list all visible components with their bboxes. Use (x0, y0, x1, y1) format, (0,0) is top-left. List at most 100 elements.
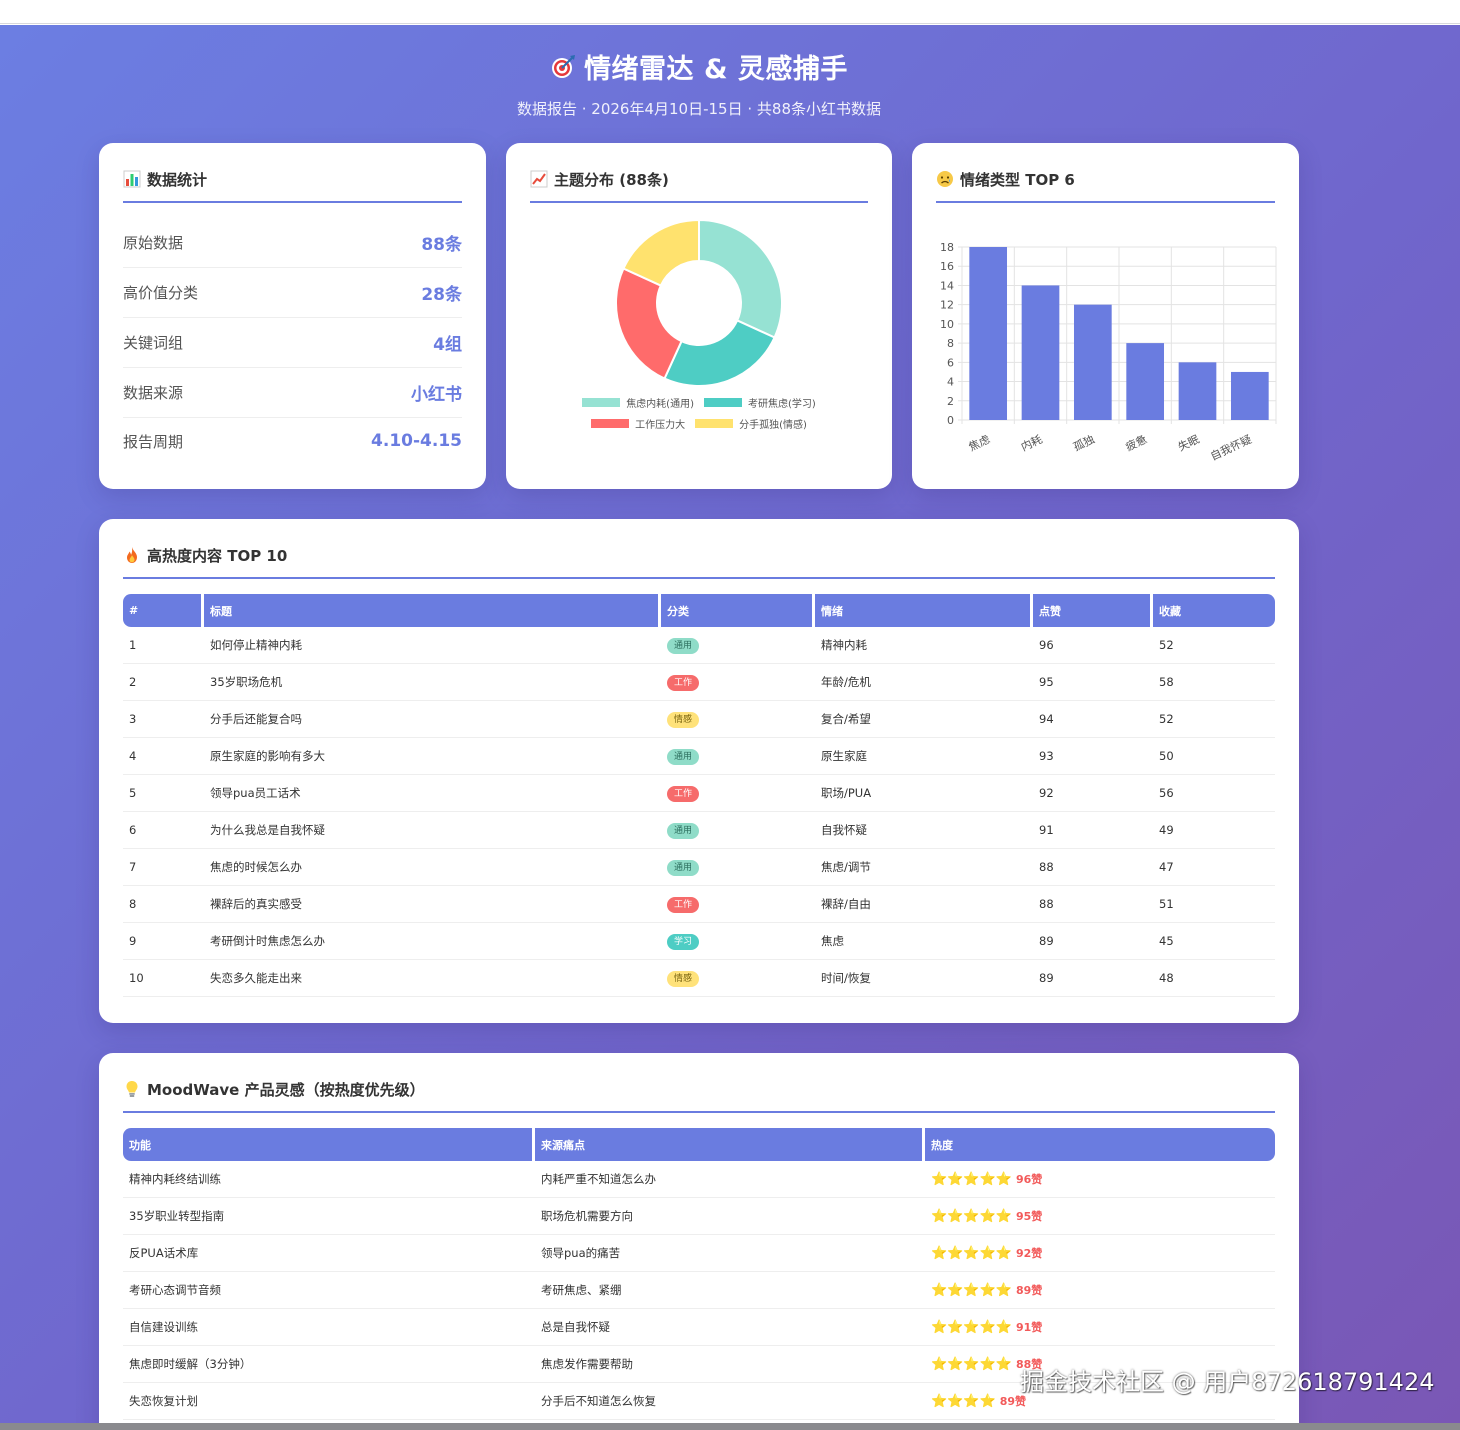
category-badge: 通用 (667, 822, 700, 839)
table-row[interactable]: 6 为什么我总是自我怀疑 通用 自我怀疑 91 49 (123, 812, 1275, 849)
category-cell: 通用 (661, 812, 815, 849)
bar-chart-icon (123, 170, 141, 188)
pain-point-cell: 内耗严重不知道怎么办 (535, 1161, 925, 1198)
table-row[interactable]: 精神内耗终结训练 内耗严重不知道怎么办 ⭐⭐⭐⭐⭐ 96赞 (123, 1161, 1275, 1198)
table-row[interactable]: 5 领导pua员工话术 工作 职场/PUA 92 56 (123, 775, 1275, 812)
page-title: 情绪雷达 & 灵感捕手 (0, 47, 1398, 86)
hot-content-card: 高热度内容 TOP 10 # 标题 分类 情绪 点赞 收藏 1 如何停止精神内耗通… (99, 519, 1299, 1023)
column-header-pain-point[interactable]: 来源痛点 (535, 1128, 925, 1161)
sad-face-icon (937, 171, 953, 187)
rank-cell: 3 (123, 701, 204, 738)
table-header-row: 功能 来源痛点 热度 (123, 1128, 1275, 1161)
bar[interactable] (1021, 285, 1060, 420)
page-background: 情绪雷达 & 灵感捕手 数据报告 · 2026年4月10日-15日 · 共88条… (0, 25, 1460, 1423)
table-row[interactable]: 4 原生家庭的影响有多大 通用 原生家庭 93 50 (123, 738, 1275, 775)
y-tick-label: 0 (947, 414, 954, 427)
column-header-emotion[interactable]: 情绪 (815, 594, 1033, 627)
category-badge: 情感 (667, 970, 700, 987)
rank-cell: 2 (123, 664, 204, 701)
donut-slice[interactable] (663, 319, 776, 387)
title-cell: 领导pua员工话术 (204, 775, 661, 812)
bar[interactable] (1126, 343, 1165, 420)
table-row[interactable]: 1 如何停止精神内耗 通用 精神内耗 96 52 (123, 627, 1275, 664)
bar[interactable] (1178, 362, 1217, 420)
column-header-heat[interactable]: 热度 (925, 1128, 1275, 1161)
browser-top-bar (0, 0, 1460, 24)
watermark-text: 掘金技术社区 @ 用户872618791424 (1020, 1368, 1435, 1396)
table-row[interactable]: 考研心态调节音频 考研焦虑、紧绷 ⭐⭐⭐⭐⭐ 89赞 (123, 1272, 1275, 1309)
title-cell: 考研倒计时焦虑怎么办 (204, 923, 661, 960)
emotion-cell: 自我怀疑 (815, 812, 1033, 849)
likes-cell: 88 (1033, 886, 1153, 923)
x-tick-label: 孤独 (1071, 433, 1096, 454)
column-header-saves[interactable]: 收藏 (1153, 594, 1275, 627)
table-row[interactable]: 2 35岁职场危机 工作 年龄/危机 95 58 (123, 664, 1275, 701)
y-tick-label: 10 (940, 318, 954, 331)
title-cell: 35岁职场危机 (204, 664, 661, 701)
title-cell: 焦虑的时候怎么办 (204, 849, 661, 886)
x-tick-label: 焦虑 (967, 433, 992, 454)
stat-value: 88条 (421, 235, 462, 255)
topic-card-title: 主题分布 (88条) (530, 169, 868, 203)
column-header-title[interactable]: 标题 (204, 594, 661, 627)
category-cell: 通用 (661, 849, 815, 886)
y-tick-label: 2 (947, 395, 954, 408)
category-badge: 通用 (667, 637, 700, 654)
x-tick-label: 自我怀疑 (1208, 433, 1253, 463)
likes-cell: 95 (1033, 664, 1153, 701)
pain-point-cell: 焦虑发作需要帮助 (535, 1346, 925, 1383)
column-header-category[interactable]: 分类 (661, 594, 815, 627)
title-cell: 原生家庭的影响有多大 (204, 738, 661, 775)
pain-point-cell: 领导pua的痛苦 (535, 1235, 925, 1272)
donut-slice[interactable] (698, 218, 783, 339)
column-header-rank[interactable]: # (123, 594, 204, 627)
hot-card-title-text: 高热度内容 TOP 10 (147, 547, 288, 565)
stat-label: 关键词组 (123, 334, 184, 352)
y-tick-label: 18 (940, 241, 954, 254)
table-row[interactable]: 8 裸辞后的真实感受 工作 裸辞/自由 88 51 (123, 886, 1275, 923)
topic-card-title-text: 主题分布 (88条) (554, 171, 669, 189)
feature-cell: 焦虑即时缓解（3分钟） (123, 1346, 535, 1383)
hot-table-body: 1 如何停止精神内耗 通用 精神内耗 96 52 2 35岁职场危机 工作 年龄/危机 95 58 3 分… (123, 627, 1275, 997)
bar[interactable] (1230, 371, 1269, 420)
table-row[interactable]: 反PUA话术库 领导pua的痛苦 ⭐⭐⭐⭐⭐ 92赞 (123, 1235, 1275, 1272)
donut-slice[interactable] (615, 267, 683, 380)
category-badge: 通用 (667, 748, 700, 765)
emotion-cell: 复合/希望 (815, 701, 1033, 738)
rank-cell: 6 (123, 812, 204, 849)
table-header-row: # 标题 分类 情绪 点赞 收藏 (123, 594, 1275, 627)
heat-value: 89赞 (1015, 1284, 1043, 1297)
lightbulb-icon (126, 1081, 138, 1097)
bar[interactable] (1073, 304, 1112, 420)
heat-cell: ⭐⭐⭐⭐⭐ 96赞 (925, 1161, 1275, 1198)
category-cell: 通用 (661, 738, 815, 775)
table-row[interactable]: 自信建设训练 总是自我怀疑 ⭐⭐⭐⭐⭐ 91赞 (123, 1309, 1275, 1346)
rank-cell: 9 (123, 923, 204, 960)
likes-cell: 93 (1033, 738, 1153, 775)
emotion-card-title: 情绪类型 TOP 6 (936, 169, 1275, 203)
table-row[interactable]: 7 焦虑的时候怎么办 通用 焦虑/调节 88 47 (123, 849, 1275, 886)
y-tick-label: 14 (940, 279, 954, 292)
saves-cell: 50 (1153, 738, 1275, 775)
emotion-cell: 时间/恢复 (815, 960, 1033, 997)
column-header-feature[interactable]: 功能 (123, 1128, 535, 1161)
browser-bottom-bar (0, 1423, 1460, 1430)
bar[interactable] (969, 247, 1008, 420)
likes-cell: 89 (1033, 923, 1153, 960)
star-rating-icon: ⭐⭐⭐⭐⭐ (931, 1283, 1012, 1298)
likes-cell: 94 (1033, 701, 1153, 738)
table-row[interactable]: 9 考研倒计时焦虑怎么办 学习 焦虑 89 45 (123, 923, 1275, 960)
stat-row: 数据来源 小红书 (123, 368, 462, 418)
table-row[interactable]: 35岁职业转型指南 职场危机需要方向 ⭐⭐⭐⭐⭐ 95赞 (123, 1198, 1275, 1235)
emotion-cell: 焦虑/调节 (815, 849, 1033, 886)
topic-donut-chart (615, 218, 783, 387)
y-tick-label: 16 (940, 260, 954, 273)
y-tick-label: 4 (947, 376, 954, 389)
column-header-likes[interactable]: 点赞 (1033, 594, 1153, 627)
emotion-card: 情绪类型 TOP 6 0 2 4 6 8 10 12 14 16 18 焦虑 内耗 孤独 疲惫 失眠 自我怀疑 (912, 143, 1299, 489)
idea-card-title-text: MoodWave 产品灵感（按热度优先级） (147, 1081, 425, 1099)
stats-card-title-text: 数据统计 (147, 171, 208, 189)
table-row[interactable]: 10 失恋多久能走出来 情感 时间/恢复 89 48 (123, 960, 1275, 997)
table-row[interactable]: 3 分手后还能复合吗 情感 复合/希望 94 52 (123, 701, 1275, 738)
category-cell: 情感 (661, 701, 815, 738)
